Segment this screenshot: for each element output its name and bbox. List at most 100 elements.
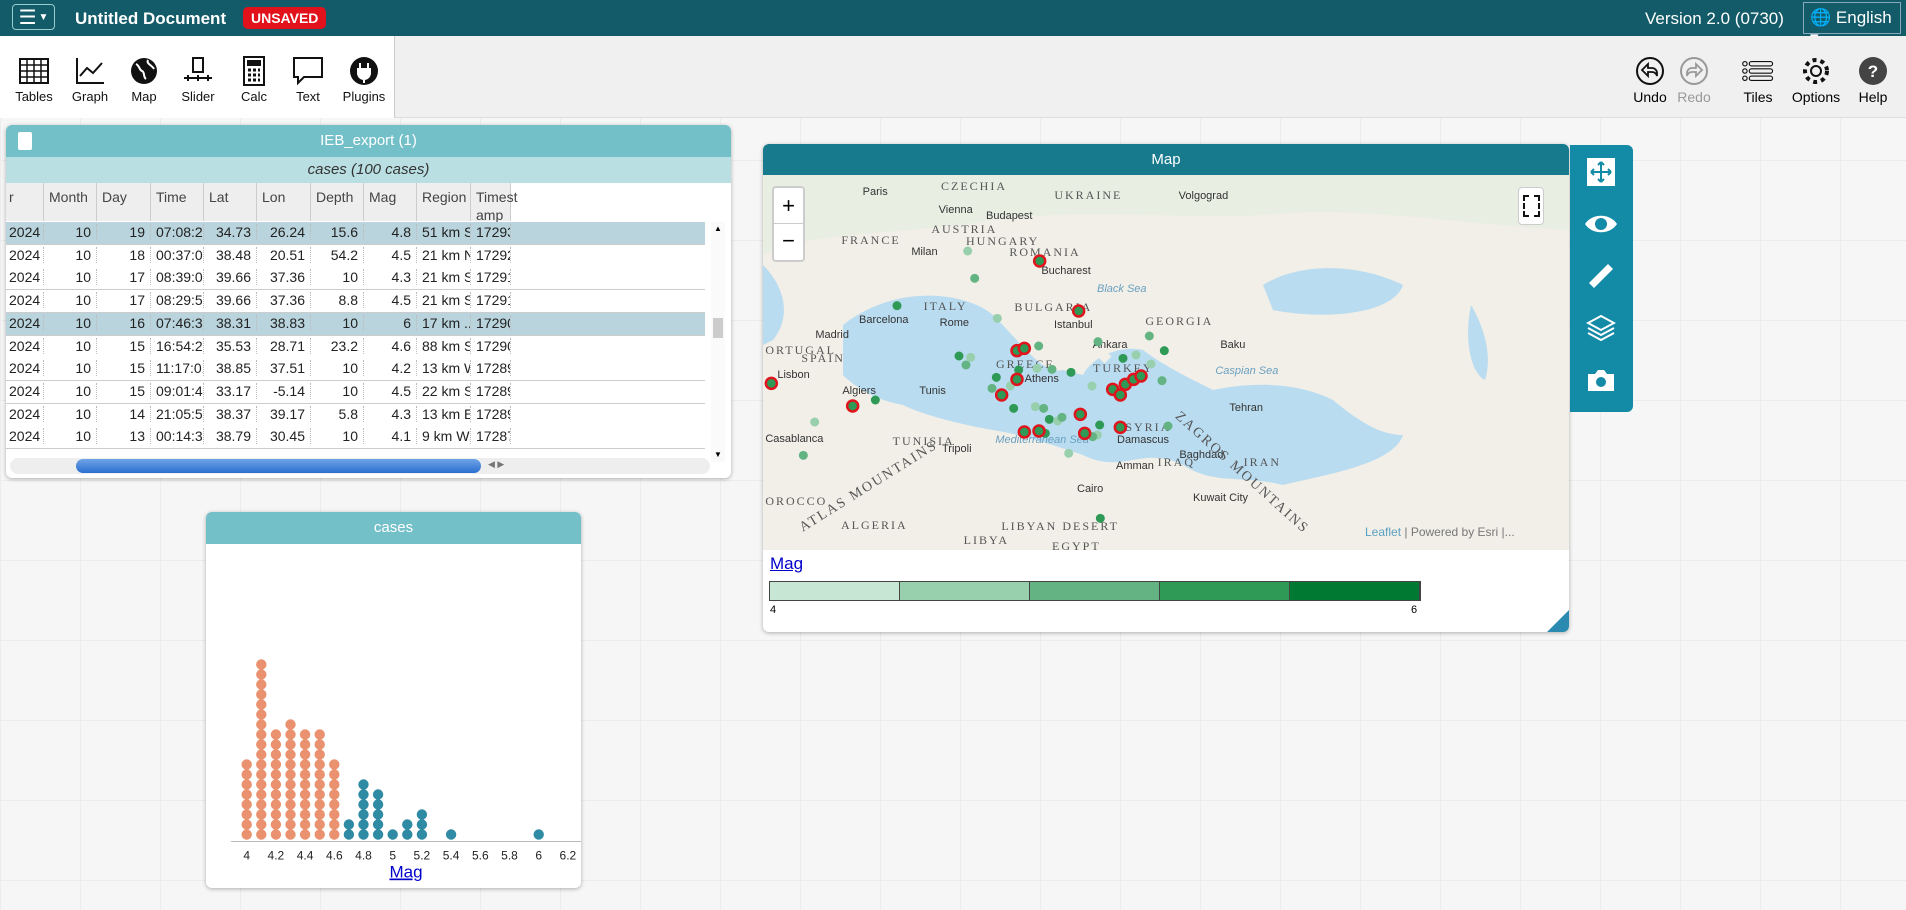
data-point[interactable] (299, 799, 311, 810)
table-cell[interactable]: 1729153 (471, 292, 511, 309)
map-point[interactable] (1057, 412, 1067, 422)
table-cell[interactable]: 37.36 (257, 292, 311, 309)
column-header[interactable]: Time (151, 183, 204, 221)
table-cell[interactable]: -5.14 (257, 382, 311, 399)
column-header[interactable]: Lat (204, 183, 257, 221)
hide-show-button[interactable] (1584, 207, 1618, 241)
data-point[interactable] (270, 809, 282, 820)
data-point[interactable] (256, 739, 267, 750)
table-cell[interactable]: 15 (97, 337, 151, 354)
data-point[interactable] (533, 829, 544, 840)
table-cell[interactable]: 23.2 (311, 337, 364, 354)
data-point[interactable] (270, 799, 282, 810)
table-cell[interactable]: 88 km S... (417, 337, 471, 354)
data-point[interactable] (241, 809, 252, 820)
data-point[interactable] (285, 739, 296, 750)
table-cell[interactable]: 4.3 (364, 405, 417, 422)
leaflet-link[interactable]: Leaflet (1365, 525, 1401, 539)
data-point[interactable] (343, 819, 355, 830)
data-point[interactable] (329, 799, 340, 810)
table-row[interactable]: 2024101421:05:5138.3739.175.84.313 km E.… (6, 403, 705, 427)
data-point[interactable] (256, 749, 267, 760)
measure-button[interactable] (1584, 259, 1618, 293)
plot-area[interactable] (232, 544, 581, 841)
table-cell[interactable]: 2024 (6, 405, 44, 422)
data-point[interactable] (358, 799, 369, 810)
table-cell[interactable]: 00:14:33 (151, 428, 204, 445)
table-cell[interactable]: 08:39:08 (151, 269, 204, 286)
data-point[interactable] (285, 829, 296, 840)
table-cell[interactable]: 4.8 (364, 224, 417, 240)
map-point[interactable] (1039, 403, 1049, 413)
table-cell[interactable]: 22 km S... (417, 382, 471, 399)
table-cell[interactable]: 15.6 (311, 224, 364, 240)
tiles-button[interactable]: Tiles (1728, 56, 1788, 105)
layers-button[interactable] (1584, 311, 1618, 345)
dot-plot[interactable]: 4 4.2 4.4 4.6 4.8 5 5.2 5.4 5.6 5.8 6 6.2 Mag (206, 544, 581, 888)
table-cell[interactable]: 5.8 (311, 405, 364, 422)
map-point-selected[interactable] (1017, 341, 1032, 356)
horizontal-scrollbar[interactable]: ◀ ▶ (10, 458, 710, 474)
data-point[interactable] (241, 829, 252, 840)
data-point[interactable] (270, 729, 282, 740)
data-point[interactable] (256, 779, 267, 790)
column-header[interactable]: Day (97, 183, 151, 221)
map-tile-header[interactable]: Map (763, 144, 1569, 175)
table-cell[interactable]: 17 km ... (417, 314, 471, 331)
data-point[interactable] (285, 819, 296, 830)
data-point[interactable] (372, 829, 384, 840)
table-cell[interactable]: 4.5 (364, 246, 417, 263)
table-cell[interactable]: 2024 (6, 269, 44, 286)
map-point-selected[interactable] (845, 399, 860, 413)
map-view[interactable]: CZECHIA UKRAINE FRANCE AUSTRIA HUNGARY ROMANI… (763, 175, 1569, 550)
table-cell[interactable]: 17 (97, 269, 151, 286)
table-cell[interactable]: 54.2 (311, 246, 364, 263)
map-point[interactable] (954, 351, 964, 361)
map-point[interactable] (963, 246, 973, 256)
table-cell[interactable]: 10 (44, 246, 97, 263)
map-point[interactable] (992, 313, 1002, 323)
map-points-layer[interactable] (763, 175, 1569, 550)
redo-button[interactable]: Redo (1664, 56, 1724, 105)
table-cell[interactable]: 39.66 (204, 269, 257, 286)
data-point[interactable] (270, 779, 282, 790)
map-point[interactable] (987, 383, 997, 393)
calc-tool[interactable]: Calc (226, 56, 282, 104)
table-cell[interactable]: 13 (97, 428, 151, 445)
data-point[interactable] (285, 789, 296, 800)
table-cell[interactable]: 10 (44, 269, 97, 286)
data-point[interactable] (358, 779, 369, 790)
table-cell[interactable]: 4.3 (364, 269, 417, 286)
legend-swatch[interactable] (1030, 582, 1160, 600)
map-point[interactable] (1093, 337, 1103, 347)
table-cell[interactable]: 34.73 (204, 224, 257, 240)
table-cell[interactable]: 15 (97, 360, 151, 377)
hamburger-menu-button[interactable]: ☰ ▼ (12, 4, 55, 30)
table-cell[interactable]: 2024 (6, 337, 44, 354)
document-title[interactable]: Untitled Document (75, 9, 226, 29)
data-point[interactable] (256, 819, 267, 830)
table-tile-header[interactable]: IEB_export (1) (6, 125, 731, 157)
map-point[interactable] (1066, 367, 1076, 377)
table-cell[interactable]: 10 (311, 269, 364, 286)
graph-tile-header[interactable]: cases (206, 512, 581, 544)
map-point-selected[interactable] (1113, 420, 1128, 435)
table-cell[interactable]: 10 (44, 405, 97, 422)
data-point[interactable] (299, 819, 311, 830)
data-point[interactable] (270, 739, 282, 750)
column-header[interactable]: Timest amp (471, 183, 517, 223)
table-row[interactable]: 2024101607:46:3238.3138.8310617 km ...17… (6, 312, 705, 336)
data-point[interactable] (256, 679, 267, 690)
data-point[interactable] (285, 719, 296, 730)
data-point[interactable] (372, 799, 384, 810)
table-cell[interactable]: 21:05:51 (151, 405, 204, 422)
map-point-selected[interactable] (994, 388, 1009, 402)
table-cell[interactable]: 38.31 (204, 314, 257, 331)
data-point[interactable] (314, 809, 325, 820)
table-cell[interactable]: 2024 (6, 292, 44, 309)
table-cell[interactable]: 15 (97, 382, 151, 399)
data-point[interactable] (241, 779, 252, 790)
data-point[interactable] (314, 759, 325, 770)
table-cell[interactable]: 33.17 (204, 382, 257, 399)
table-cell[interactable]: 39.17 (257, 405, 311, 422)
